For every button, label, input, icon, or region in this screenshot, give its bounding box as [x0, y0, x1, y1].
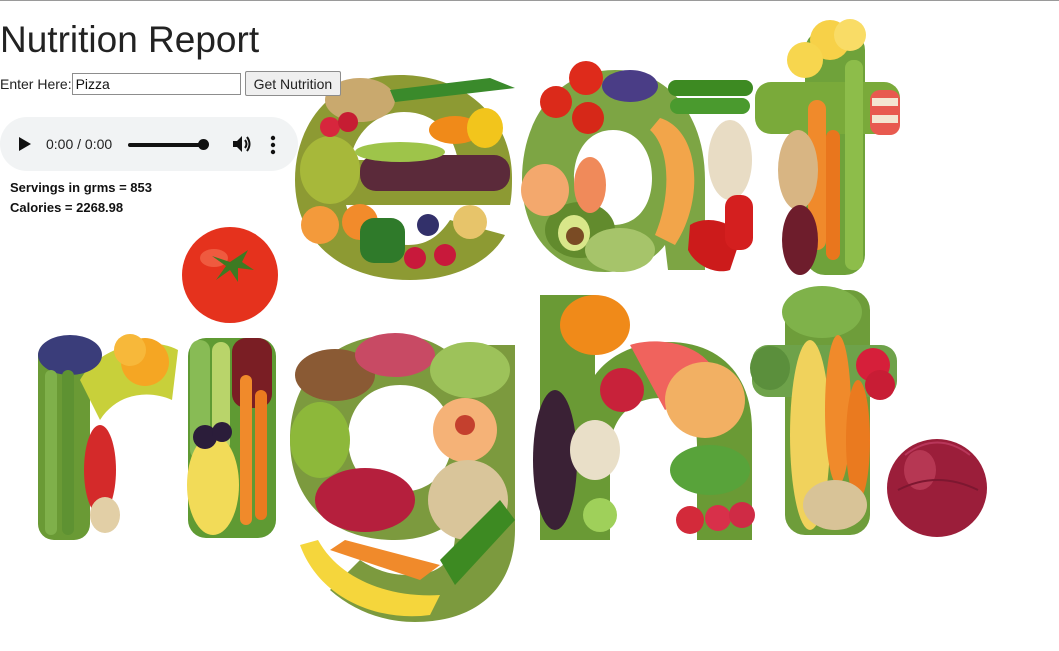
volume-icon[interactable] [231, 134, 253, 154]
letter-t-produce [755, 19, 900, 275]
food-search-input[interactable] [71, 72, 241, 95]
letter-g-produce [290, 333, 515, 622]
page-title: Nutrition Report [0, 19, 260, 60]
servings-label: Servings in grms = [10, 180, 131, 195]
letter-e-produce [295, 75, 515, 280]
red-onion-image [887, 439, 987, 537]
letter-h-produce [533, 295, 755, 540]
search-row: Enter Here: Get Nutrition [0, 71, 342, 96]
servings-line: Servings in grms = 853 [10, 178, 152, 198]
get-nutrition-button[interactable]: Get Nutrition [244, 71, 342, 96]
audio-progress-slider[interactable] [128, 143, 204, 147]
letter-a-produce [521, 61, 753, 272]
nutrition-results: Servings in grms = 853 Calories = 2268.9… [10, 178, 152, 218]
audio-time-display: 0:00 / 0:00 [46, 136, 113, 152]
search-label: Enter Here: [0, 75, 72, 92]
play-icon[interactable] [19, 137, 31, 151]
servings-value: 853 [130, 180, 152, 195]
tomato-image [182, 227, 278, 323]
eat-right-background-image [38, 19, 987, 622]
calories-value: 2268.98 [76, 200, 124, 215]
letter-r-produce [38, 334, 178, 540]
more-vert-icon[interactable] [270, 135, 276, 155]
calories-line: Calories = 2268.98 [10, 198, 152, 218]
audio-progress-knob[interactable] [198, 139, 209, 150]
letter-i-produce [187, 338, 276, 538]
calories-label: Calories = [10, 200, 77, 215]
letter-t2-produce [750, 286, 897, 535]
audio-player[interactable]: 0:00 / 0:00 [0, 117, 298, 171]
